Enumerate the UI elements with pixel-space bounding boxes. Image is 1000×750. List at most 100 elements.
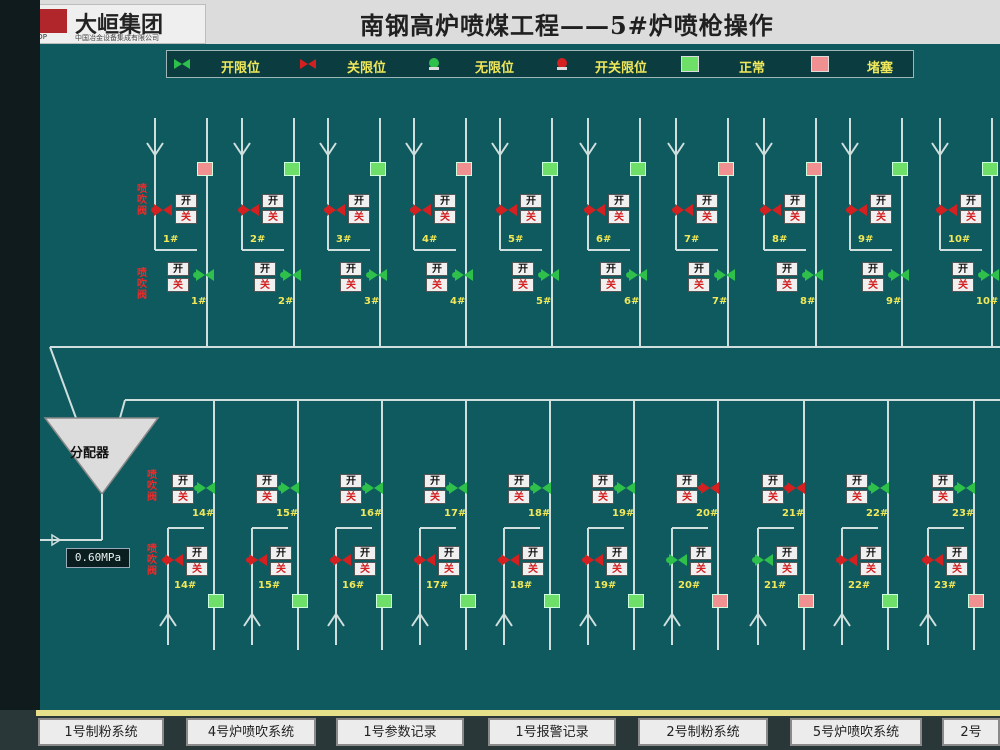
upper-inlet-3-open-button[interactable]: 开 bbox=[434, 194, 456, 208]
upper-inlet-7-close-button[interactable]: 关 bbox=[784, 210, 806, 224]
upper-inlet-valve-icon[interactable] bbox=[760, 204, 781, 216]
nav-alarm-log-1-button[interactable]: 1号报警记录 bbox=[488, 718, 616, 746]
upper-inlet-0-open-button[interactable]: 开 bbox=[175, 194, 197, 208]
lower-inlet-0-open-button[interactable]: 开 bbox=[186, 546, 208, 560]
upper-inlet-valve-icon[interactable] bbox=[496, 204, 517, 216]
upper-blow-5-close-button[interactable]: 关 bbox=[600, 278, 622, 292]
lower-blow-1-close-button[interactable]: 关 bbox=[256, 490, 278, 504]
upper-blow-1-open-button[interactable]: 开 bbox=[254, 262, 276, 276]
upper-blow-7-close-button[interactable]: 关 bbox=[776, 278, 798, 292]
nav-mill-2-button[interactable]: 2号制粉系统 bbox=[638, 718, 768, 746]
lower-inlet-valve-icon[interactable] bbox=[330, 554, 351, 566]
lower-inlet-valve-icon[interactable] bbox=[414, 554, 435, 566]
nav-parameter-log-1-button[interactable]: 1号参数记录 bbox=[336, 718, 464, 746]
lower-blow-valve-icon[interactable] bbox=[530, 482, 551, 494]
upper-inlet-5-close-button[interactable]: 关 bbox=[608, 210, 630, 224]
upper-blow-7-open-button[interactable]: 开 bbox=[776, 262, 798, 276]
lower-blow-6-open-button[interactable]: 开 bbox=[676, 474, 698, 488]
upper-blow-1-close-button[interactable]: 关 bbox=[254, 278, 276, 292]
upper-blow-3-close-button[interactable]: 关 bbox=[426, 278, 448, 292]
lower-blow-valve-icon[interactable] bbox=[614, 482, 635, 494]
upper-inlet-valve-icon[interactable] bbox=[936, 204, 957, 216]
lower-blow-2-close-button[interactable]: 关 bbox=[340, 490, 362, 504]
lower-inlet-7-open-button[interactable]: 开 bbox=[776, 546, 798, 560]
lower-inlet-9-close-button[interactable]: 关 bbox=[946, 562, 968, 576]
lower-inlet-2-open-button[interactable]: 开 bbox=[354, 546, 376, 560]
upper-blow-4-close-button[interactable]: 关 bbox=[512, 278, 534, 292]
lower-inlet-5-open-button[interactable]: 开 bbox=[606, 546, 628, 560]
lower-inlet-3-open-button[interactable]: 开 bbox=[438, 546, 460, 560]
lower-inlet-8-open-button[interactable]: 开 bbox=[860, 546, 882, 560]
lower-blow-valve-icon[interactable] bbox=[698, 482, 719, 494]
lower-blow-9-close-button[interactable]: 关 bbox=[932, 490, 954, 504]
lower-inlet-valve-icon[interactable] bbox=[752, 554, 773, 566]
lower-blow-valve-icon[interactable] bbox=[194, 482, 215, 494]
upper-inlet-valve-icon[interactable] bbox=[151, 204, 172, 216]
lower-blow-5-open-button[interactable]: 开 bbox=[592, 474, 614, 488]
lower-blow-valve-icon[interactable] bbox=[954, 482, 975, 494]
upper-inlet-8-open-button[interactable]: 开 bbox=[870, 194, 892, 208]
upper-blow-valve-icon[interactable] bbox=[714, 269, 735, 281]
upper-blow-valve-icon[interactable] bbox=[193, 269, 214, 281]
nav-mill-1-button[interactable]: 1号制粉系统 bbox=[38, 718, 164, 746]
upper-inlet-4-close-button[interactable]: 关 bbox=[520, 210, 542, 224]
lower-inlet-8-close-button[interactable]: 关 bbox=[860, 562, 882, 576]
lower-inlet-3-close-button[interactable]: 关 bbox=[438, 562, 460, 576]
upper-blow-9-close-button[interactable]: 关 bbox=[952, 278, 974, 292]
lower-blow-3-close-button[interactable]: 关 bbox=[424, 490, 446, 504]
lower-inlet-2-close-button[interactable]: 关 bbox=[354, 562, 376, 576]
upper-blow-0-close-button[interactable]: 关 bbox=[167, 278, 189, 292]
upper-blow-valve-icon[interactable] bbox=[538, 269, 559, 281]
lower-blow-valve-icon[interactable] bbox=[278, 482, 299, 494]
lower-blow-1-open-button[interactable]: 开 bbox=[256, 474, 278, 488]
upper-blow-8-close-button[interactable]: 关 bbox=[862, 278, 884, 292]
upper-inlet-1-open-button[interactable]: 开 bbox=[262, 194, 284, 208]
lower-inlet-0-close-button[interactable]: 关 bbox=[186, 562, 208, 576]
upper-blow-valve-icon[interactable] bbox=[802, 269, 823, 281]
upper-blow-valve-icon[interactable] bbox=[888, 269, 909, 281]
lower-blow-6-close-button[interactable]: 关 bbox=[676, 490, 698, 504]
lower-blow-5-close-button[interactable]: 关 bbox=[592, 490, 614, 504]
lower-inlet-5-close-button[interactable]: 关 bbox=[606, 562, 628, 576]
upper-inlet-2-open-button[interactable]: 开 bbox=[348, 194, 370, 208]
upper-inlet-valve-icon[interactable] bbox=[846, 204, 867, 216]
lower-inlet-4-open-button[interactable]: 开 bbox=[522, 546, 544, 560]
upper-blow-6-open-button[interactable]: 开 bbox=[688, 262, 710, 276]
upper-blow-3-open-button[interactable]: 开 bbox=[426, 262, 448, 276]
upper-inlet-1-close-button[interactable]: 关 bbox=[262, 210, 284, 224]
nav-furnace-4-injection-button[interactable]: 4号炉喷吹系统 bbox=[186, 718, 316, 746]
lower-blow-7-open-button[interactable]: 开 bbox=[762, 474, 784, 488]
upper-blow-valve-icon[interactable] bbox=[452, 269, 473, 281]
upper-inlet-valve-icon[interactable] bbox=[238, 204, 259, 216]
upper-blow-0-open-button[interactable]: 开 bbox=[167, 262, 189, 276]
upper-inlet-3-close-button[interactable]: 关 bbox=[434, 210, 456, 224]
lower-blow-8-open-button[interactable]: 开 bbox=[846, 474, 868, 488]
lower-blow-9-open-button[interactable]: 开 bbox=[932, 474, 954, 488]
lower-blow-valve-icon[interactable] bbox=[868, 482, 889, 494]
upper-inlet-8-close-button[interactable]: 关 bbox=[870, 210, 892, 224]
upper-inlet-0-close-button[interactable]: 关 bbox=[175, 210, 197, 224]
lower-inlet-valve-icon[interactable] bbox=[582, 554, 603, 566]
lower-inlet-valve-icon[interactable] bbox=[836, 554, 857, 566]
upper-inlet-6-close-button[interactable]: 关 bbox=[696, 210, 718, 224]
upper-blow-4-open-button[interactable]: 开 bbox=[512, 262, 534, 276]
lower-blow-valve-icon[interactable] bbox=[362, 482, 383, 494]
lower-inlet-valve-icon[interactable] bbox=[498, 554, 519, 566]
upper-inlet-4-open-button[interactable]: 开 bbox=[520, 194, 542, 208]
upper-inlet-valve-icon[interactable] bbox=[672, 204, 693, 216]
lower-inlet-valve-icon[interactable] bbox=[162, 554, 183, 566]
lower-inlet-9-open-button[interactable]: 开 bbox=[946, 546, 968, 560]
lower-inlet-1-open-button[interactable]: 开 bbox=[270, 546, 292, 560]
lower-blow-7-close-button[interactable]: 关 bbox=[762, 490, 784, 504]
lower-inlet-valve-icon[interactable] bbox=[922, 554, 943, 566]
upper-blow-valve-icon[interactable] bbox=[626, 269, 647, 281]
upper-blow-2-close-button[interactable]: 关 bbox=[340, 278, 362, 292]
lower-blow-4-close-button[interactable]: 关 bbox=[508, 490, 530, 504]
upper-blow-5-open-button[interactable]: 开 bbox=[600, 262, 622, 276]
lower-inlet-7-close-button[interactable]: 关 bbox=[776, 562, 798, 576]
lower-inlet-4-close-button[interactable]: 关 bbox=[522, 562, 544, 576]
lower-blow-2-open-button[interactable]: 开 bbox=[340, 474, 362, 488]
upper-inlet-7-open-button[interactable]: 开 bbox=[784, 194, 806, 208]
lower-blow-valve-icon[interactable] bbox=[784, 482, 805, 494]
nav-furnace-5-injection-button[interactable]: 5号炉喷吹系统 bbox=[790, 718, 922, 746]
